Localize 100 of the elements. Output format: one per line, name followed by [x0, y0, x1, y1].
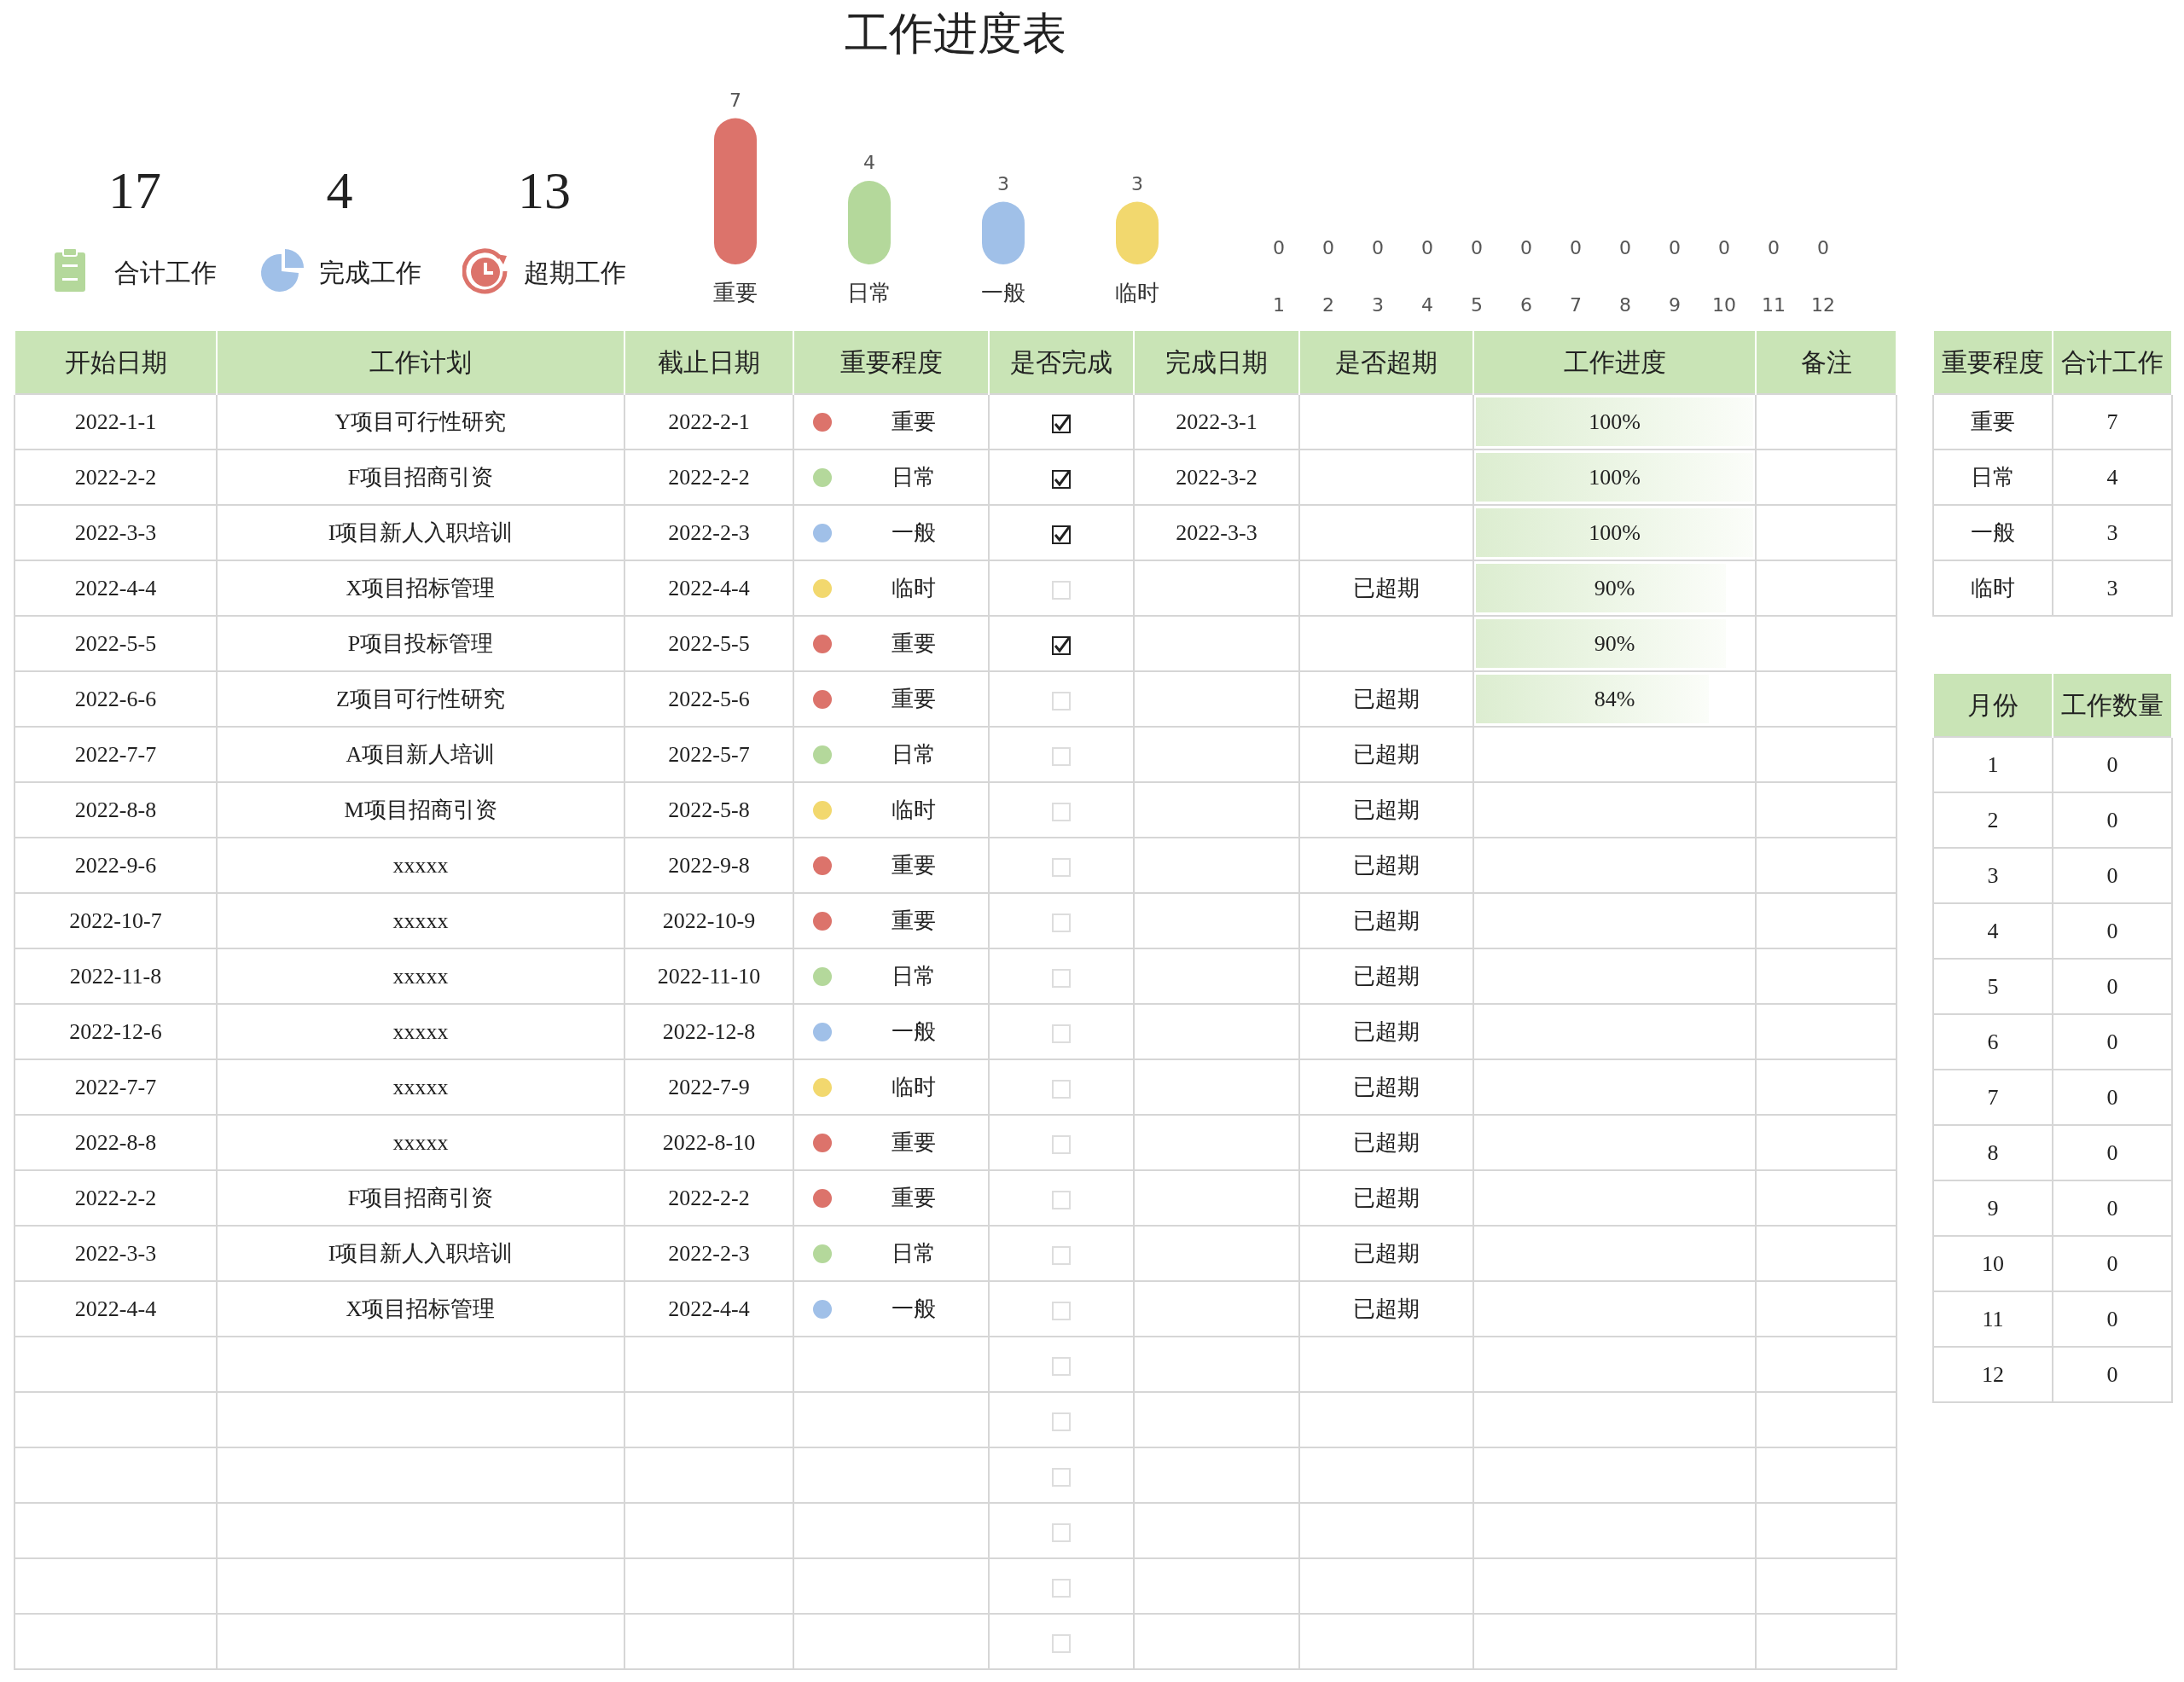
data-label: 3	[1131, 172, 1143, 194]
axis-label: 重要	[713, 280, 758, 305]
table-cell: xxxxx	[392, 1130, 449, 1155]
table-cell: 2022-4-4	[668, 576, 750, 600]
table-cell: 0	[2106, 919, 2118, 943]
table-cell: xxxxx	[392, 1075, 449, 1099]
table-cell: 已超期	[1353, 853, 1420, 878]
table-cell: 3	[2106, 520, 2118, 545]
table-cell: A项目新人培训	[346, 742, 496, 767]
progress-text: 100%	[1588, 409, 1641, 436]
column-header: 开始日期	[15, 330, 217, 394]
table-cell: 2022-7-7	[74, 742, 157, 767]
table-cell-text: 日常	[892, 963, 936, 990]
table-cell: 2022-1-1	[74, 409, 157, 434]
column-header: 是否完成	[989, 330, 1134, 394]
checkbox[interactable]	[1052, 636, 1071, 656]
table-cell: 2022-2-1	[668, 409, 750, 434]
axis-label: 一般	[981, 280, 1025, 305]
month-label: 7	[1570, 293, 1582, 317]
progress-text: 100%	[1588, 519, 1641, 547]
table-cell: 2022-2-3	[668, 520, 750, 545]
month-label: 6	[1520, 293, 1532, 317]
table-cell-text: 重要	[892, 409, 936, 436]
table-cell: 5	[1987, 974, 1999, 999]
stat-label: 超期工作	[524, 256, 626, 289]
month-count: 0	[1372, 236, 1384, 260]
table-cell: 2022-10-7	[69, 908, 162, 933]
table-cell: 3	[1987, 863, 1999, 888]
table-cell: 2022-7-9	[668, 1075, 750, 1099]
table-cell-text: 日常	[892, 741, 936, 768]
month-count: 0	[1471, 236, 1483, 260]
table-cell-text: 日常	[892, 1240, 936, 1267]
table-cell: xxxxx	[392, 908, 449, 933]
data-label: 7	[729, 89, 741, 111]
month-count: 0	[1669, 236, 1681, 260]
month-count: 0	[1570, 236, 1582, 260]
table-cell-text: 重要	[892, 908, 936, 935]
month-count: 0	[1768, 236, 1780, 260]
column-header: 合计工作	[2053, 330, 2172, 394]
table-cell: 已超期	[1353, 908, 1420, 933]
table-cell: 2022-6-6	[74, 687, 157, 711]
table-cell-text: 日常	[892, 464, 936, 491]
month-label: 11	[1762, 293, 1786, 317]
table-cell: 0	[2106, 1251, 2118, 1276]
table-cell: X项目招标管理	[346, 576, 496, 600]
table-cell: 0	[2106, 1307, 2118, 1331]
month-count: 0	[1817, 236, 1829, 260]
table-cell: 2022-3-1	[1176, 409, 1258, 434]
table-cell: 3	[2106, 576, 2118, 600]
column-header: 截止日期	[624, 330, 793, 394]
column-header: 完成日期	[1134, 330, 1299, 394]
table-cell: 0	[2106, 863, 2118, 888]
table-cell: 4	[2106, 465, 2118, 490]
column-header: 是否超期	[1299, 330, 1473, 394]
table-cell: 已超期	[1353, 1296, 1420, 1321]
checkbox[interactable]	[1052, 415, 1071, 434]
table-cell: 7	[2106, 409, 2118, 434]
month-label: 8	[1619, 293, 1631, 317]
month-count: 0	[1273, 236, 1285, 260]
table-cell: 7	[1987, 1085, 1999, 1110]
table-cell: 已超期	[1353, 798, 1420, 822]
table-cell: X项目招标管理	[346, 1296, 496, 1321]
table-cell: F项目招商引资	[347, 1186, 494, 1210]
table-cell: 2022-8-10	[662, 1130, 756, 1155]
table-cell: 2022-5-6	[668, 687, 750, 711]
progress-text: 84%	[1593, 686, 1636, 713]
table-cell: 6	[1987, 1030, 1999, 1054]
table-cell: 2022-2-3	[668, 1241, 750, 1266]
checkbox[interactable]	[1052, 470, 1071, 490]
table-cell: 0	[2106, 1196, 2118, 1221]
table-cell: xxxxx	[392, 964, 449, 989]
stat-label: 完成工作	[319, 256, 421, 289]
table-cell: 11	[1982, 1307, 2004, 1331]
table-cell: 2022-5-5	[74, 631, 157, 656]
progress-text: 90%	[1593, 575, 1636, 602]
data-label: 3	[997, 172, 1009, 194]
table-cell: 10	[1982, 1251, 2004, 1276]
table-cell: 2022-3-3	[74, 1241, 157, 1266]
table-cell: 2022-2-2	[668, 1186, 750, 1210]
month-label: 2	[1322, 293, 1334, 317]
table-cell: 2022-2-2	[668, 465, 750, 490]
table-cell: 0	[2106, 1085, 2118, 1110]
column-header: 工作计划	[217, 330, 624, 394]
table-cell: 2022-4-4	[74, 576, 157, 600]
table-cell: 已超期	[1353, 1186, 1420, 1210]
table-cell: 已超期	[1353, 576, 1420, 600]
table-cell-text: 重要	[892, 630, 936, 658]
table-cell: 2022-5-5	[668, 631, 750, 656]
table-cell: 2022-11-10	[657, 964, 761, 989]
table-cell: 2022-5-7	[668, 742, 750, 767]
table-cell: 2022-9-8	[668, 853, 750, 878]
table-cell: 2022-8-8	[74, 798, 157, 822]
table-cell-text: 一般	[892, 1296, 936, 1323]
table-cell: 2022-5-8	[668, 798, 750, 822]
checkbox[interactable]	[1052, 525, 1071, 545]
column-header: 月份	[1933, 673, 2053, 737]
table-cell: 2022-10-9	[662, 908, 756, 933]
table-cell: 0	[2106, 1030, 2118, 1054]
month-label: 1	[1273, 293, 1285, 317]
table-cell: 2022-4-4	[74, 1296, 157, 1321]
